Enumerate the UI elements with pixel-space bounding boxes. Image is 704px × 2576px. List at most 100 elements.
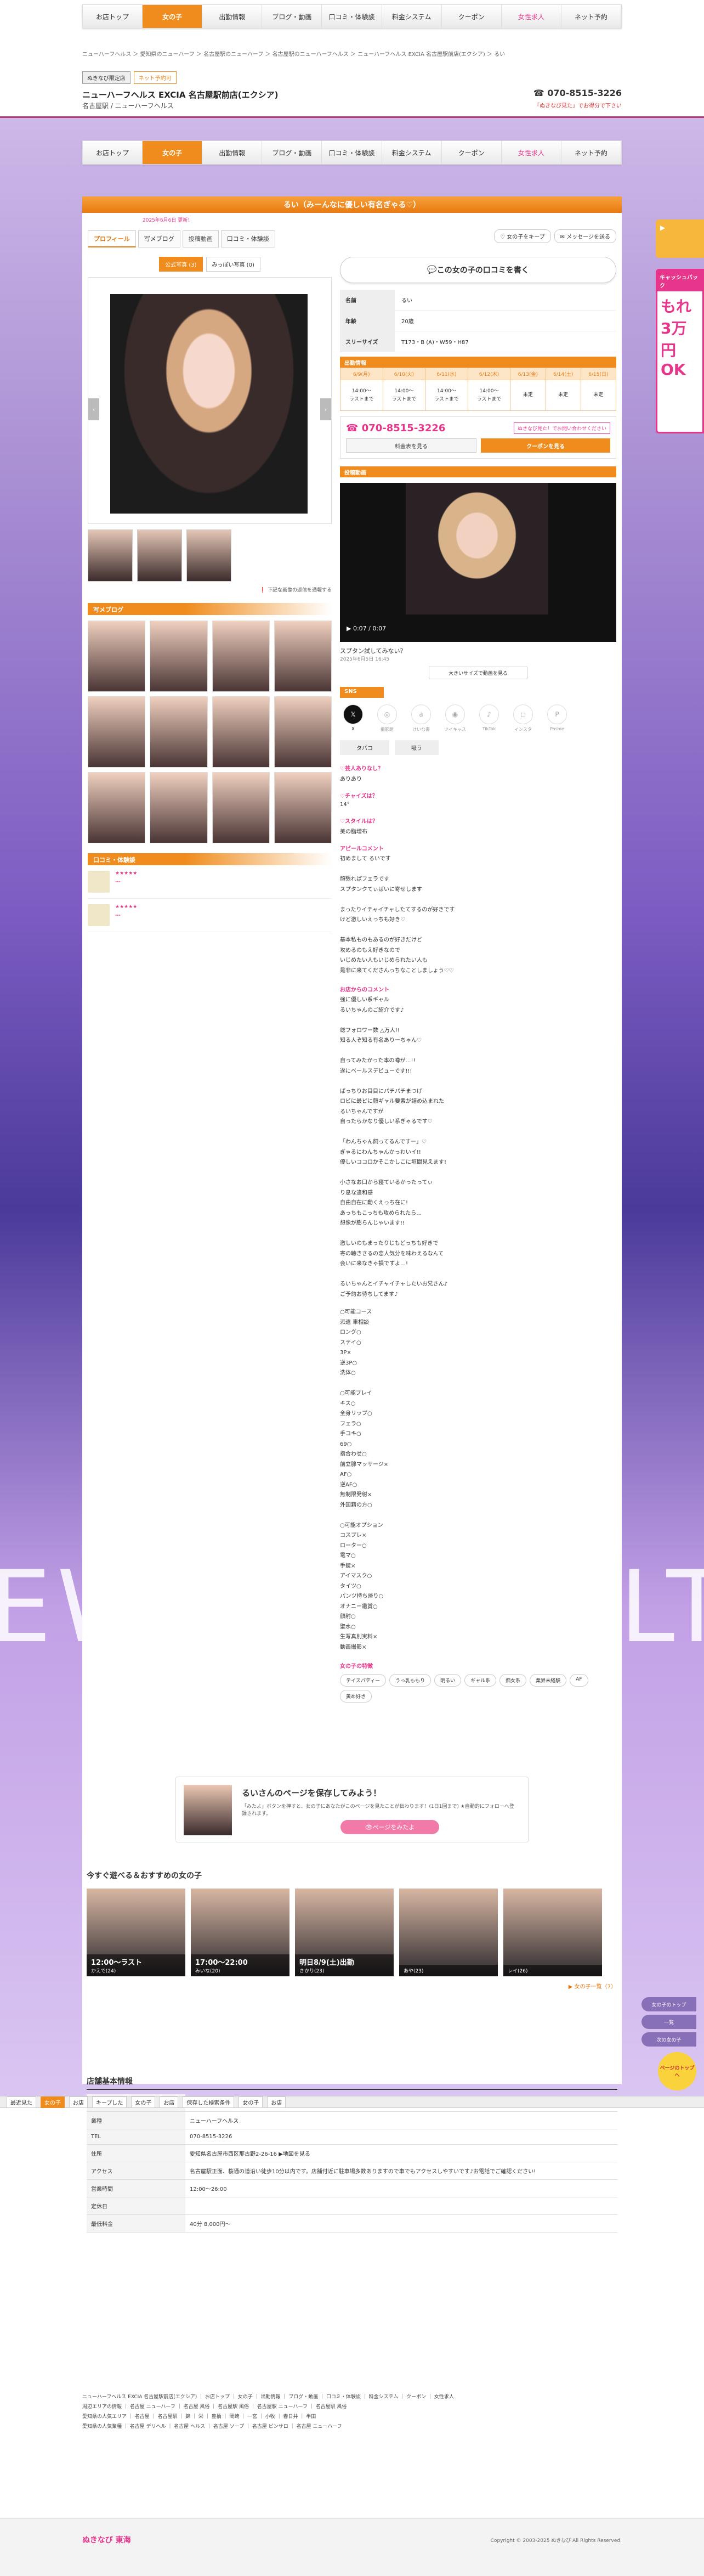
footer-line[interactable]: 愛知県の人気業種 ｜ 名古屋 デリヘル ｜ 名古屋 ヘルス ｜ 名古屋 ソープ … — [82, 2422, 622, 2432]
tab-official-photos[interactable]: 公式写真 (3) — [159, 257, 203, 272]
review-item[interactable]: ★★★★★ … — [88, 899, 332, 932]
trait-tag[interactable]: 業界未経験 — [530, 1674, 567, 1687]
blog-thumbnail[interactable] — [150, 621, 208, 692]
breadcrumb[interactable]: ニューハーフヘルス ＞ 愛知県のニューハーフ ＞ 名古屋駅のニューハーフ ＞ 名… — [82, 49, 622, 58]
blog-thumbnail[interactable] — [150, 772, 208, 843]
trait-tag[interactable]: 明るい — [434, 1674, 462, 1687]
shop-tags: ぬきなび限定店 ネット予約可 — [82, 71, 177, 84]
sns-header: SNS — [340, 687, 384, 698]
nav-shop-top[interactable]: お店トップ — [83, 141, 143, 164]
saved-shops-button[interactable]: お店 — [267, 2096, 286, 2108]
nav-coupon[interactable]: クーポン — [441, 5, 502, 28]
history-shops-button[interactable]: お店 — [69, 2096, 88, 2108]
video-large-button[interactable]: 大きいサイズで動画を見る — [429, 667, 527, 679]
tab-video[interactable]: 投稿動画 — [182, 230, 219, 247]
side-nav-next[interactable]: 次の女の子 — [641, 2032, 696, 2047]
footer-line[interactable]: 愛知県の人気エリア ｜ 名古屋 ｜ 名古屋駅 ｜ 錦 ｜ 栄 ｜ 豊橋 ｜ 岡崎… — [82, 2412, 622, 2422]
eye-icon: 👁 — [365, 1823, 373, 1831]
coupon-button[interactable]: クーポンを見る — [481, 438, 610, 453]
table-row: 定休日 — [87, 2197, 617, 2215]
blog-thumbnail[interactable] — [212, 696, 270, 768]
nav-blog[interactable]: ブログ・動画 — [262, 141, 322, 164]
recommend-card[interactable]: あや(23) — [399, 1889, 498, 1976]
tab-profile[interactable]: プロフィール — [88, 230, 136, 247]
prev-photo-button[interactable]: ‹ — [88, 398, 99, 420]
report-image-link[interactable]: ❗ 下記な画像の返信を通報する — [88, 586, 332, 593]
send-message-button[interactable]: ✉ メッセージを送る — [554, 229, 616, 243]
next-photo-button[interactable]: › — [320, 398, 331, 420]
nav-reserve[interactable]: ネット予約 — [561, 141, 621, 164]
footer-line[interactable]: 周辺エリアの情報 ｜ 名古屋 ニューハーフ ｜ 名古屋 風俗 ｜ 名古屋駅 風俗… — [82, 2402, 622, 2412]
blog-thumbnail[interactable] — [274, 621, 332, 692]
shop-tel[interactable]: ☎ 070-8515-3226 — [533, 88, 622, 98]
nav-price[interactable]: 料金システム — [382, 5, 442, 28]
kept-girls-button[interactable]: 女の子 — [131, 2096, 156, 2108]
side-banner-cashback[interactable]: キャッシュバック もれ 3万円 OK — [656, 269, 704, 433]
blog-thumbnail[interactable] — [274, 696, 332, 768]
keep-girl-button[interactable]: ♡ 女の子をキープ — [494, 229, 551, 243]
recommend-card[interactable]: 17:00～22:00 みいな(20) — [191, 1889, 289, 1976]
play-icon[interactable]: ▶ — [347, 625, 353, 632]
video-player[interactable]: ▶ 0:07 / 0:07 — [340, 483, 616, 642]
nav-price[interactable]: 料金システム — [382, 141, 442, 164]
page-top-button[interactable]: ページのトップへ — [658, 2052, 696, 2090]
nav-reserve[interactable]: ネット予約 — [561, 5, 621, 28]
write-review-button[interactable]: 💬 この女の子の口コミを書く — [340, 257, 616, 283]
nav-schedule[interactable]: 出勤情報 — [202, 141, 263, 164]
tab-blog[interactable]: 写メブログ — [138, 230, 180, 247]
girls-list-link[interactable]: ▶ 女の子一覧（7） — [82, 1982, 622, 1990]
contact-tel[interactable]: ☎ 070-8515-3226 — [346, 422, 445, 434]
nav-reviews[interactable]: 口コミ・体験談 — [322, 5, 382, 28]
side-nav-girl-top[interactable]: 女の子のトップ — [641, 1997, 696, 2011]
traits-section: 女の子の特徴 テイスパディー うっ乳ももり 明るい ギャル系 痴女系 業界未経験… — [340, 1661, 616, 1703]
trait-tag[interactable]: ギャル系 — [464, 1674, 497, 1687]
shop-tel-number[interactable]: 070-8515-3226 — [547, 88, 622, 98]
recommend-card[interactable]: 明日8/9(土)出勤 きかり(23) — [295, 1889, 394, 1976]
blog-thumbnail[interactable] — [212, 772, 270, 843]
trait-tag[interactable]: テイスパディー — [340, 1674, 387, 1687]
site-logo[interactable]: ぬきなび 東海 — [82, 2534, 131, 2545]
nav-girls[interactable]: 女の子 — [143, 5, 203, 28]
tab-user-photos[interactable]: みっぽい写真 (0) — [206, 257, 260, 272]
blog-thumbnail[interactable] — [212, 621, 270, 692]
trait-tag[interactable]: 黄め好き — [340, 1690, 372, 1703]
saved-girls-button[interactable]: 女の子 — [239, 2096, 263, 2108]
info-value[interactable]: 愛知県名古屋市西区那古野2-26-16 ▶地図を見る — [185, 2144, 617, 2162]
blog-thumbnail[interactable] — [274, 772, 332, 843]
history-girls-button[interactable]: 女の子 — [41, 2096, 65, 2108]
footer-line[interactable]: ニューハーフヘルス EXCIA 名古屋駅前店(エクシア) ｜ お店トップ ｜ 女… — [82, 2392, 622, 2402]
blog-thumbnail[interactable] — [88, 772, 146, 843]
nav-reviews[interactable]: 口コミ・体験談 — [322, 141, 382, 164]
photo-thumbnail[interactable] — [137, 529, 182, 582]
blog-thumbnail[interactable] — [88, 621, 146, 692]
price-table-button[interactable]: 料金表を見る — [346, 438, 476, 453]
contact-tel-number[interactable]: 070-8515-3226 — [362, 422, 446, 434]
photo-thumbnail[interactable] — [88, 529, 133, 582]
trait-tag[interactable]: AF — [570, 1674, 588, 1687]
nav-shop-top[interactable]: お店トップ — [83, 5, 143, 28]
review-item[interactable]: ★★★★★ … — [88, 865, 332, 899]
trait-tag[interactable]: 痴女系 — [499, 1674, 527, 1687]
trait-tag[interactable]: うっ乳ももり — [389, 1674, 432, 1687]
side-nav-list[interactable]: 一覧 — [641, 2015, 696, 2029]
nav-coupon[interactable]: クーポン — [441, 141, 502, 164]
photo-thumbnail[interactable] — [186, 529, 231, 582]
side-banner-net[interactable]: ▶ — [656, 219, 704, 258]
mitayo-button[interactable]: 👁 ページをみたよ — [340, 1820, 439, 1834]
nav-blog[interactable]: ブログ・動画 — [262, 5, 322, 28]
nav-recruit[interactable]: 女性求人 — [501, 5, 561, 28]
schedule-day: 6/10(火) — [382, 368, 426, 380]
chevron-left-icon: ‹ — [92, 405, 95, 413]
info-value[interactable]: 070-8515-3226 — [185, 2129, 617, 2145]
kept-shops-button[interactable]: お店 — [160, 2096, 179, 2108]
tab-reviews[interactable]: 口コミ・体験談 — [220, 230, 275, 247]
sns-x[interactable]: 𝕏X — [340, 704, 366, 732]
nav-girls[interactable]: 女の子 — [143, 141, 203, 164]
blog-thumbnail[interactable] — [150, 696, 208, 768]
blog-thumbnail[interactable] — [88, 696, 146, 768]
recommend-card[interactable]: レイ(26) — [503, 1889, 602, 1976]
recommend-card[interactable]: 12:00～ラスト かえで(24) — [87, 1889, 185, 1976]
nav-recruit[interactable]: 女性求人 — [501, 141, 561, 164]
nav-schedule[interactable]: 出勤情報 — [202, 5, 263, 28]
shop-name[interactable]: ニューハーフヘルス EXCIA 名古屋駅前店(エクシア) — [82, 89, 278, 100]
